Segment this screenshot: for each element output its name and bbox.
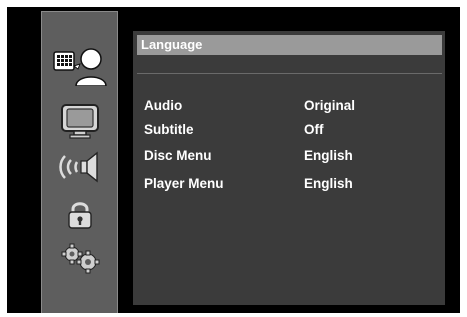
setting-label: Subtitle <box>144 122 194 137</box>
settings-icon[interactable] <box>58 242 102 274</box>
setting-row-disc-menu[interactable]: Disc Menu English <box>133 147 445 165</box>
category-sidebar <box>41 11 118 313</box>
setting-label: Disc Menu <box>144 148 212 163</box>
lock-icon[interactable] <box>66 200 94 230</box>
setting-row-player-menu[interactable]: Player Menu English <box>133 175 445 193</box>
setting-label: Audio <box>144 98 183 113</box>
setting-value[interactable]: Off <box>304 121 324 139</box>
setting-value[interactable]: English <box>304 175 353 193</box>
title-divider <box>137 73 442 74</box>
setting-row-audio[interactable]: Audio Original <box>133 97 445 115</box>
setting-row-subtitle[interactable]: Subtitle Off <box>133 121 445 139</box>
setting-value[interactable]: English <box>304 147 353 165</box>
audio-icon[interactable] <box>57 150 103 184</box>
setup-menu-screen: Language Audio Original Subtitle Off Dis… <box>7 7 460 313</box>
setting-label: Player Menu <box>144 176 224 191</box>
panel-title: Language <box>137 35 442 55</box>
language-icon[interactable] <box>52 46 108 86</box>
display-icon[interactable] <box>60 103 100 139</box>
setting-value[interactable]: Original <box>304 97 355 115</box>
language-settings-panel: Language Audio Original Subtitle Off Dis… <box>133 31 445 305</box>
